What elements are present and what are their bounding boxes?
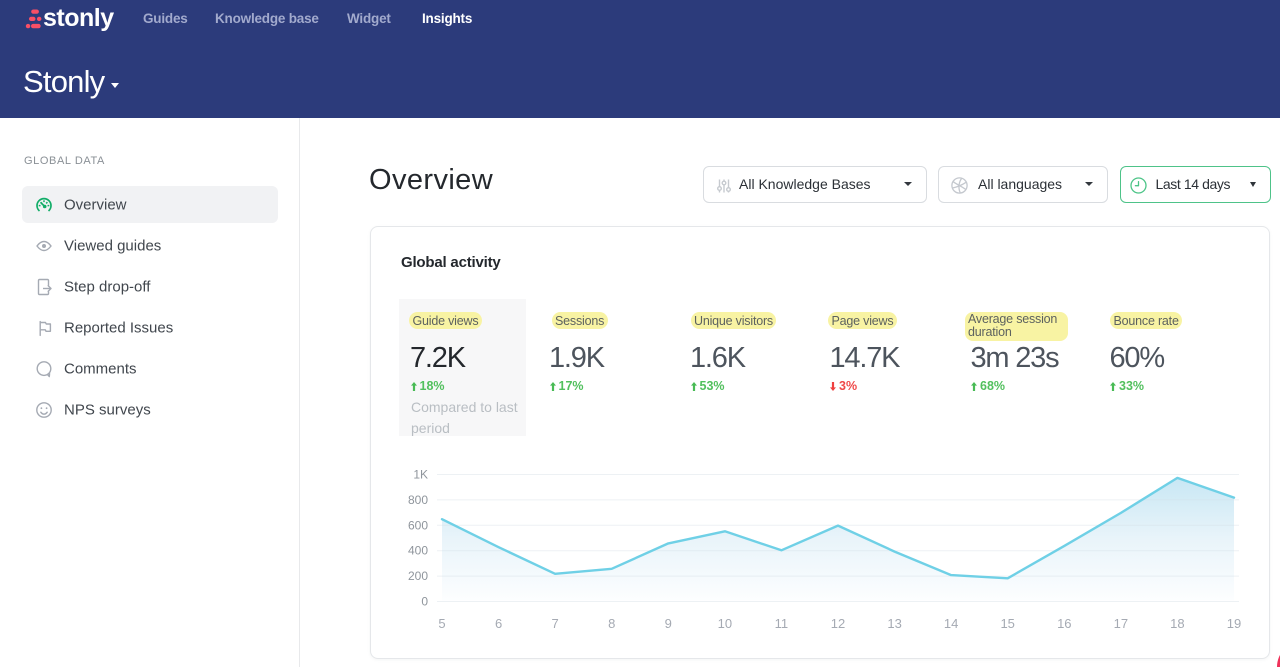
svg-text:9: 9 — [665, 616, 672, 631]
svg-text:12: 12 — [831, 616, 845, 631]
svg-text:11: 11 — [775, 616, 789, 631]
svg-text:15: 15 — [1000, 616, 1014, 631]
svg-text:17: 17 — [1114, 616, 1128, 631]
svg-text:0: 0 — [421, 595, 428, 609]
svg-text:14: 14 — [944, 616, 958, 631]
svg-text:1K: 1K — [413, 468, 428, 482]
svg-text:600: 600 — [408, 518, 428, 532]
svg-text:19: 19 — [1227, 616, 1241, 631]
svg-text:18: 18 — [1170, 616, 1184, 631]
svg-text:16: 16 — [1057, 616, 1071, 631]
svg-text:5: 5 — [438, 616, 445, 631]
svg-text:7: 7 — [551, 616, 558, 631]
svg-text:200: 200 — [408, 569, 428, 583]
svg-text:6: 6 — [495, 616, 502, 631]
svg-text:13: 13 — [887, 616, 901, 631]
svg-text:800: 800 — [408, 493, 428, 507]
svg-text:8: 8 — [608, 616, 615, 631]
svg-text:400: 400 — [408, 544, 428, 558]
svg-text:10: 10 — [718, 616, 732, 631]
